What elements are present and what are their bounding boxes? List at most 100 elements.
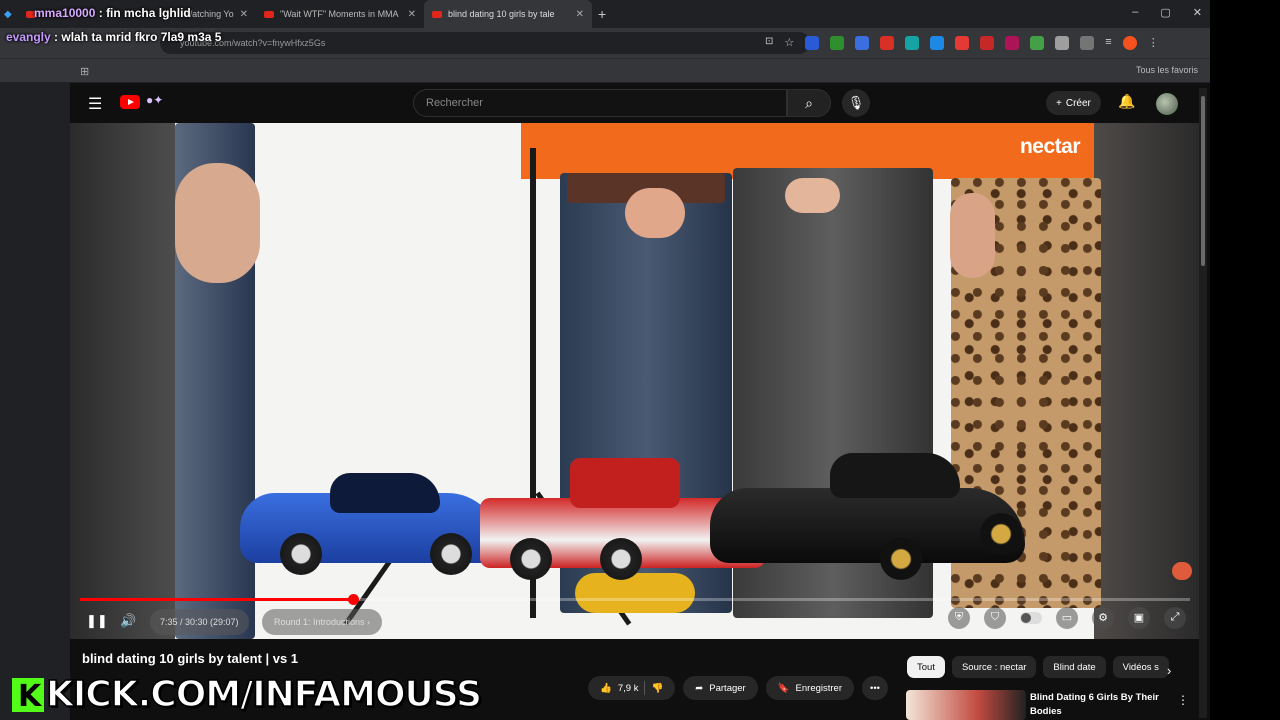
youtube-page: ☰ ●✦ Rechercher ⌕ 🎙 + Créer 🔔 nectar ❚❚ … [70, 83, 1210, 720]
star-icon[interactable]: ☆ [784, 36, 794, 50]
apps-grid-icon[interactable]: ⊞ [80, 65, 89, 78]
video-actions: 👍 7,9 k 👎 ➦ Partager 🔖 Enregistrer ••• [588, 676, 888, 700]
plus-icon: + [1056, 97, 1062, 109]
close-icon[interactable]: ✕ [240, 9, 248, 20]
window-controls: – ▢ ✕ [1132, 6, 1202, 19]
volume-icon[interactable]: 🔊 [120, 613, 136, 629]
tab-3[interactable]: blind dating 10 girls by tale ✕ [424, 0, 592, 28]
extension-icon[interactable] [805, 36, 820, 50]
chip-all[interactable]: Tout [907, 656, 945, 678]
chip-blind-date[interactable]: Blind date [1043, 656, 1106, 678]
black-car-sticker [710, 453, 1030, 583]
time-display: 7:35 / 30:30 (29:07) [150, 609, 249, 635]
video-player[interactable]: nectar ❚❚ 🔊 7:35 / 30:30 (29:07) Round 1… [70, 123, 1200, 639]
subtitles-icon[interactable]: ▭ [1056, 607, 1078, 629]
profile-icon[interactable] [1122, 36, 1137, 50]
person-hand [950, 193, 995, 278]
filter-chips: Tout Source : nectar Blind date Vidéos s [907, 656, 1169, 678]
like-button[interactable]: 👍 7,9 k 👎 [588, 676, 676, 700]
chat-text: : wlah ta mrid fkro 7la9 m3a 5 [54, 30, 222, 44]
kebab-menu-icon[interactable]: ⋮ [1177, 693, 1189, 707]
close-icon[interactable]: ✕ [576, 9, 584, 20]
chip-videos[interactable]: Vidéos s [1112, 656, 1169, 678]
browser-window: ◆ Watching Yo ✕ "Wait WTF" Moments in MM… [0, 0, 1210, 720]
kick-channel-url: KICK.COM/INFAMOUSS [45, 673, 483, 716]
miniplayer-icon[interactable]: ▣ [1128, 607, 1150, 629]
progress-played [80, 598, 353, 601]
dollar-icon[interactable]: ⛨ [948, 607, 970, 629]
cursor-highlight [1172, 562, 1192, 580]
extension-icon[interactable]: ◆ [0, 0, 18, 28]
extension-icon[interactable] [955, 36, 970, 50]
extension-icon[interactable] [905, 36, 920, 50]
chat-message: evangly : wlah ta mrid fkro 7la9 m3a 5 [6, 30, 221, 44]
share-icon: ➦ [695, 682, 704, 694]
stream-frame: ◆ Watching Yo ✕ "Wait WTF" Moments in MM… [0, 0, 1280, 720]
scrollbar-thumb[interactable] [1201, 96, 1205, 266]
person-hands [785, 178, 840, 213]
chapter-button[interactable]: Round 1: Introductions › [262, 609, 383, 635]
extension-icon[interactable] [1030, 36, 1045, 50]
youtube-header: ☰ ●✦ Rechercher ⌕ 🎙 + Créer 🔔 [70, 83, 1210, 123]
puzzle-icon[interactable] [1080, 36, 1095, 50]
autoplay-toggle[interactable] [1020, 612, 1042, 624]
progress-scrubber[interactable] [348, 594, 359, 605]
url-input[interactable]: youtube.com/watch?v=fnywHfxz5Gs [160, 32, 810, 54]
extension-icon[interactable] [1005, 36, 1020, 50]
recommendation-thumbnail[interactable] [906, 690, 1026, 720]
extension-icon[interactable] [930, 36, 945, 50]
avatar[interactable] [1156, 93, 1178, 115]
extension-icon[interactable] [830, 36, 845, 50]
settings-icon[interactable]: ⚙ [1092, 607, 1114, 629]
youtube-logo[interactable] [120, 95, 140, 109]
fullscreen-icon[interactable]: ⤢ [1164, 607, 1186, 629]
kick-logo: K [12, 678, 44, 714]
sidebar-icon[interactable]: ≡ [1105, 36, 1111, 50]
bell-icon[interactable]: 🔔 [1118, 93, 1135, 110]
player-controls: ❚❚ 🔊 7:35 / 30:30 (29:07) Round 1: Intro… [70, 605, 1200, 639]
chat-message: mma10000 : fin mcha lghlid [34, 6, 191, 20]
doodle-icon: ●✦ [146, 93, 164, 107]
tab-2[interactable]: "Wait WTF" Moments in MMA ✕ [256, 0, 424, 28]
extension-icon[interactable] [880, 36, 895, 50]
minimize-button[interactable]: – [1132, 6, 1138, 19]
mic-icon[interactable]: 🎙 [842, 89, 870, 117]
person-hands [625, 188, 685, 238]
shield-icon[interactable] [1055, 36, 1070, 50]
dislike-icon[interactable]: 👎 [651, 683, 663, 694]
divider [644, 681, 646, 695]
ambient-left [70, 123, 175, 639]
save-button[interactable]: 🔖 Enregistrer [765, 676, 855, 700]
chat-username: evangly [6, 30, 51, 44]
menu-icon[interactable]: ☰ [88, 94, 102, 114]
save-icon: 🔖 [777, 682, 790, 694]
shield-icon[interactable]: ⛉ [984, 607, 1006, 629]
extension-icon[interactable] [980, 36, 995, 50]
more-actions-button[interactable]: ••• [862, 676, 888, 700]
extension-icon[interactable] [855, 36, 870, 50]
maximize-button[interactable]: ▢ [1160, 6, 1170, 19]
bookmarks-bar: ⊞ Tous les favoris [0, 58, 1210, 82]
blue-car-sticker [240, 473, 510, 583]
chat-username: mma10000 [34, 6, 96, 20]
close-window-button[interactable]: ✕ [1193, 6, 1202, 19]
share-button[interactable]: ➦ Partager [683, 676, 758, 700]
extensions-row: ⊡ ☆ ≡ ⋮ [765, 36, 1159, 50]
video-frame: nectar [175, 123, 1101, 639]
recommendation-title[interactable]: Blind Dating 6 Girls By Their Bodies [1030, 691, 1170, 719]
chevron-right-icon[interactable]: › [1167, 663, 1171, 678]
chip-source[interactable]: Source : nectar [951, 656, 1037, 678]
new-tab-button[interactable]: + [598, 6, 606, 22]
search-icon[interactable]: ⌕ [787, 89, 831, 117]
close-icon[interactable]: ✕ [408, 9, 416, 20]
all-bookmarks-folder[interactable]: Tous les favoris [1136, 65, 1198, 75]
create-button[interactable]: + Créer [1046, 91, 1101, 115]
like-icon: 👍 [600, 682, 612, 694]
youtube-icon [432, 10, 442, 18]
kebab-menu-icon[interactable]: ⋮ [1148, 36, 1159, 50]
install-icon[interactable]: ⊡ [765, 36, 773, 50]
pause-icon[interactable]: ❚❚ [86, 613, 108, 629]
search-input[interactable]: Rechercher [413, 89, 787, 117]
youtube-icon [264, 10, 274, 18]
person-hand [175, 163, 260, 283]
